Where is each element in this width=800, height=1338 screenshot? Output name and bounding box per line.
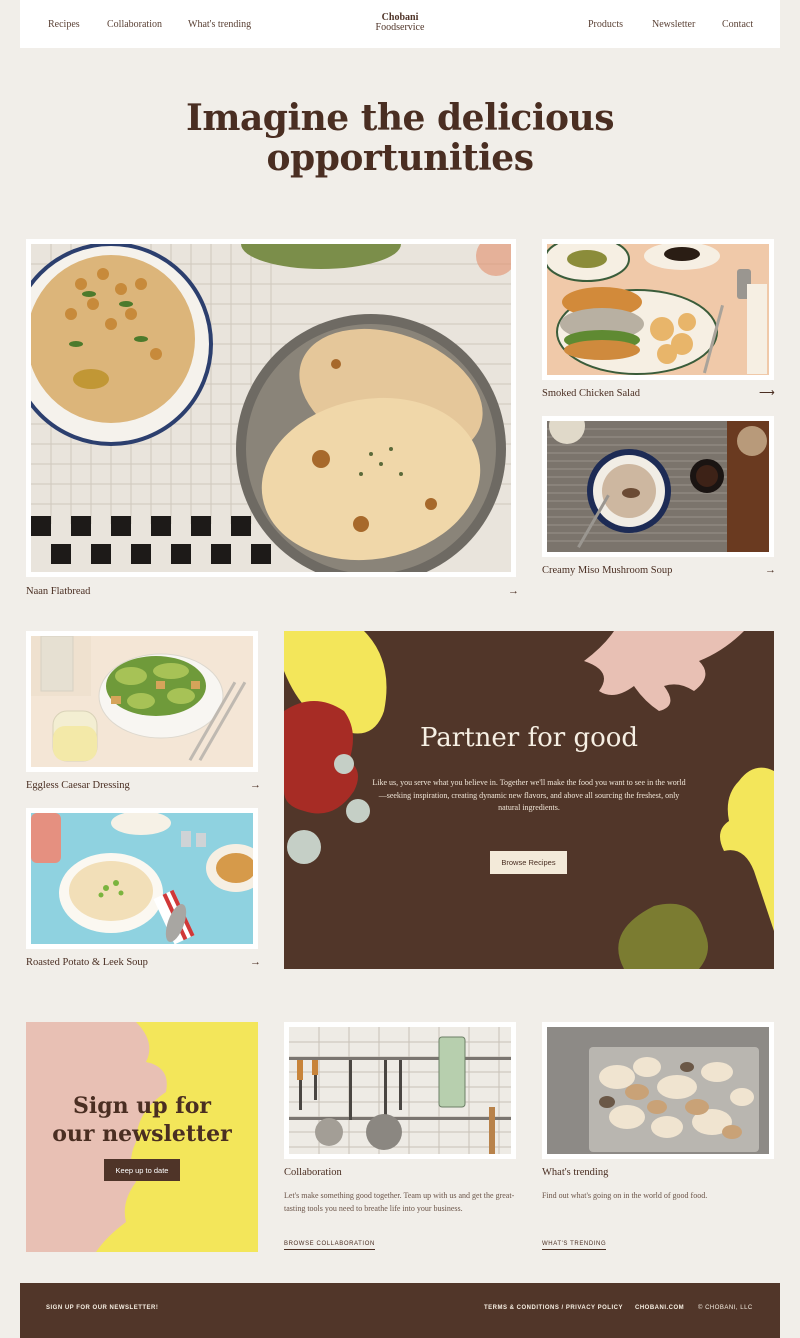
- recipe-label-caesar[interactable]: Eggless Caesar Dressing: [26, 780, 130, 791]
- kitchen-utensils-photo: [289, 1027, 511, 1154]
- footer-chobani-link[interactable]: CHOBANI.COM: [635, 1305, 684, 1311]
- trending-description: Find out what's going on in the world of…: [542, 1191, 708, 1200]
- nav-newsletter[interactable]: Newsletter: [652, 19, 695, 30]
- recipe-label-chicken[interactable]: Smoked Chicken Salad: [542, 388, 640, 399]
- recipe-card-naan-image[interactable]: [26, 239, 516, 577]
- arrow-right-icon[interactable]: →: [250, 956, 261, 968]
- keep-up-to-date-button[interactable]: Keep up to date: [104, 1159, 180, 1181]
- collaboration-title: Collaboration: [284, 1167, 342, 1178]
- recipe-card-miso-image[interactable]: [542, 416, 774, 557]
- recipe-label-miso[interactable]: Creamy Miso Mushroom Soup: [542, 565, 672, 576]
- browse-collaboration-link[interactable]: BROWSE COLLABORATION: [284, 1241, 375, 1250]
- whats-trending-link[interactable]: WHAT'S TRENDING: [542, 1241, 607, 1250]
- footer-newsletter-signup-link[interactable]: SIGN UP FOR OUR NEWSLETTER!: [46, 1305, 158, 1311]
- collaboration-description: Let's make something good together. Team…: [284, 1191, 515, 1213]
- arrow-right-icon[interactable]: →: [250, 779, 261, 791]
- hero-title: Imagine the delicious opportunities: [186, 97, 614, 179]
- arrow-right-icon[interactable]: →: [765, 564, 776, 576]
- promo-description: Like us, you serve what you believe in. …: [372, 778, 686, 812]
- trending-title: What's trending: [542, 1167, 609, 1178]
- smoked-chicken-salad-photo: [547, 244, 769, 375]
- nav-contact[interactable]: Contact: [722, 19, 753, 30]
- newsletter-panel: Sign up for our newsletter Keep up to da…: [26, 1022, 258, 1252]
- recipe-card-potato-leek-image[interactable]: [26, 808, 258, 949]
- naan-flatbread-photo: [31, 244, 511, 572]
- recipe-label-potato-leek[interactable]: Roasted Potato & Leek Soup: [26, 957, 148, 968]
- mushrooms-photo: [547, 1027, 769, 1154]
- collaboration-image[interactable]: [284, 1022, 516, 1159]
- site-footer: SIGN UP FOR OUR NEWSLETTER! TERMS & COND…: [20, 1283, 780, 1338]
- newsletter-title-line1: Sign up for: [72, 1093, 212, 1119]
- browse-recipes-button[interactable]: Browse Recipes: [490, 851, 567, 874]
- newsletter-title: Sign up for our newsletter: [26, 1092, 258, 1148]
- recipe-card-caesar-image[interactable]: [26, 631, 258, 772]
- site-header: Recipes Collaboration What's trending Ch…: [20, 0, 780, 48]
- footer-terms-privacy-link[interactable]: TERMS & CONDITIONS / PRIVACY POLICY: [484, 1305, 623, 1311]
- trending-image[interactable]: [542, 1022, 774, 1159]
- nav-products[interactable]: Products: [588, 19, 623, 30]
- eggless-caesar-photo: [31, 636, 253, 767]
- arrow-right-icon[interactable]: →: [508, 585, 519, 597]
- partner-promo-panel: Partner for good Like us, you serve what…: [284, 631, 774, 969]
- recipe-label-naan[interactable]: Naan Flatbread: [26, 586, 90, 597]
- promo-title: Partner for good: [419, 723, 639, 753]
- arrow-right-icon[interactable]: ⟶: [759, 386, 775, 399]
- potato-leek-soup-photo: [31, 813, 253, 944]
- recipe-card-chicken-image[interactable]: [542, 239, 774, 380]
- creamy-miso-soup-photo: [547, 421, 769, 552]
- footer-copyright: © CHOBANI, LLC: [698, 1305, 753, 1311]
- newsletter-title-line2: our newsletter: [52, 1121, 232, 1147]
